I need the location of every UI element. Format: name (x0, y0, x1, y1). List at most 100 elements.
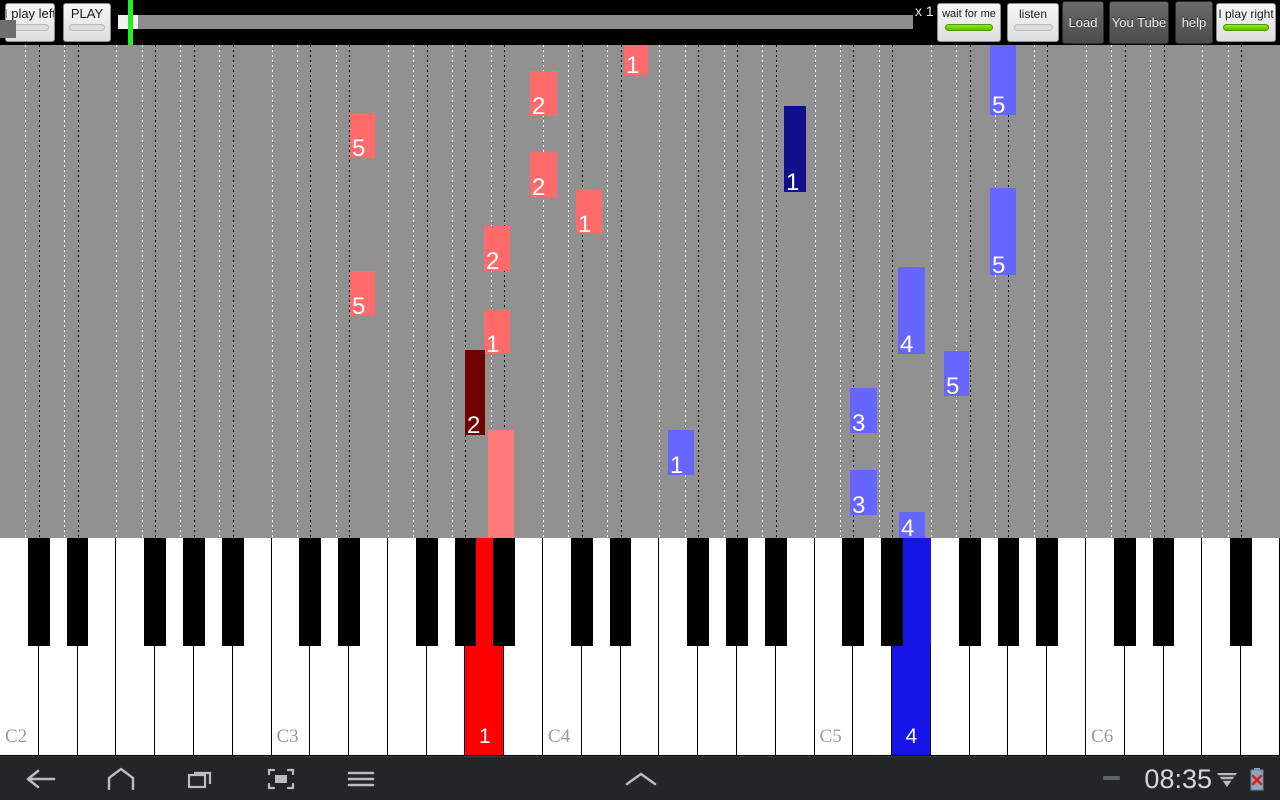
speed-slider-thumb[interactable] (0, 20, 16, 38)
recent-apps-icon[interactable] (178, 757, 223, 800)
note-finger-label: 3 (852, 410, 866, 437)
gridline (931, 45, 932, 538)
note-finger-label: 5 (352, 135, 366, 162)
play-toggle[interactable] (69, 24, 105, 31)
falling-note: 3 (850, 388, 877, 437)
back-arrow-icon[interactable] (18, 757, 63, 800)
falling-note: 1 (576, 189, 602, 237)
black-key[interactable] (183, 538, 205, 646)
listen-toggle[interactable] (1013, 24, 1053, 31)
gridline (388, 45, 389, 538)
help-button[interactable]: help (1175, 1, 1213, 44)
falling-note: 4 (899, 512, 925, 538)
falling-note: 2 (530, 152, 557, 201)
falling-note: 1 (484, 309, 510, 357)
wifi-icon (1214, 757, 1240, 800)
i-play-right-toggle[interactable] (1223, 24, 1269, 31)
gridline (64, 45, 65, 538)
black-key[interactable] (958, 538, 981, 646)
wait-for-me-toggle[interactable] (944, 24, 994, 31)
note-finger-label: 4 (901, 515, 915, 539)
gridline (310, 45, 311, 538)
note-finger-label: 5 (992, 252, 1006, 279)
wait-for-me-button[interactable]: wait for me (937, 3, 1001, 42)
black-key[interactable] (687, 538, 710, 646)
note-finger-label: 5 (352, 293, 366, 320)
playhead-marker (128, 0, 133, 45)
gridline (272, 45, 273, 538)
screenshot-icon[interactable] (258, 757, 303, 800)
gridline (607, 45, 608, 538)
gridline (776, 45, 777, 538)
home-icon[interactable] (98, 757, 143, 800)
gridline (698, 45, 699, 538)
gridline (724, 45, 725, 538)
expand-chevron-icon[interactable] (618, 757, 663, 800)
gridline (815, 45, 816, 538)
gridline (1125, 45, 1126, 538)
i-play-left-label: I play left (5, 6, 55, 21)
falling-note: 2 (530, 71, 557, 120)
gridline (233, 45, 234, 538)
note-finger-label: 1 (626, 52, 640, 79)
black-key[interactable] (842, 538, 865, 646)
black-key[interactable] (1113, 538, 1136, 646)
black-key[interactable] (1036, 538, 1059, 646)
gridline (621, 45, 622, 538)
i-play-left-toggle[interactable] (11, 24, 49, 31)
gridline (970, 45, 971, 538)
black-key[interactable] (1152, 538, 1175, 646)
gridline (78, 45, 79, 538)
black-key[interactable] (570, 538, 593, 646)
falling-note: 1 (668, 430, 694, 478)
black-key[interactable] (1230, 538, 1253, 646)
falling-note: 5 (350, 113, 375, 162)
note-finger-label: 2 (532, 93, 546, 120)
falling-note (488, 430, 514, 538)
octave-label: C5 (819, 726, 842, 747)
black-key[interactable] (454, 538, 477, 646)
youtube-button[interactable]: You Tube (1109, 1, 1169, 44)
piano-keyboard[interactable]: C2 C3 C4 C5 C6 14 (0, 538, 1280, 756)
menu-icon[interactable] (338, 757, 383, 800)
seek-bar-container[interactable] (118, 0, 913, 45)
listen-button[interactable]: listen (1007, 3, 1059, 42)
gridline (180, 45, 181, 538)
black-key[interactable] (881, 538, 903, 646)
octave-label: C3 (276, 726, 299, 747)
falling-note: 5 (944, 351, 969, 399)
black-key[interactable] (493, 538, 516, 646)
black-key[interactable] (997, 538, 1020, 646)
gridline (219, 45, 220, 538)
black-key[interactable] (27, 538, 50, 646)
black-key[interactable] (221, 538, 244, 646)
falling-note: 5 (350, 271, 375, 320)
falling-note: 2 (465, 350, 485, 438)
falling-notes-area[interactable]: 1 2 5 5 1 2 1 5 2 5 4 1 5 2 3 1 3 4 (0, 45, 1280, 538)
top-toolbar: I play left PLAY x 1 wait for me listen … (0, 0, 1280, 45)
black-key[interactable] (338, 538, 360, 646)
note-finger-label: 2 (532, 174, 546, 201)
i-play-right-button[interactable]: I play right (1216, 3, 1276, 42)
black-key[interactable] (144, 538, 166, 646)
gridline (840, 45, 841, 538)
note-finger-label: 4 (900, 331, 914, 358)
gridline (892, 45, 893, 538)
load-button[interactable]: Load (1062, 1, 1104, 44)
gridline (297, 45, 298, 538)
black-key[interactable] (726, 538, 748, 646)
seek-bar-track[interactable] (118, 15, 913, 29)
play-button[interactable]: PLAY (63, 3, 111, 42)
black-key[interactable] (66, 538, 89, 646)
gridline (142, 45, 143, 538)
black-key[interactable] (415, 538, 438, 646)
black-key[interactable] (609, 538, 632, 646)
youtube-label: You Tube (1111, 14, 1167, 30)
gridline (39, 45, 40, 538)
play-label: PLAY (70, 6, 104, 21)
gridline (1086, 45, 1087, 538)
gridline (1164, 45, 1165, 538)
black-key[interactable] (299, 538, 322, 646)
black-key[interactable] (764, 538, 787, 646)
falling-note: 1 (784, 106, 806, 195)
